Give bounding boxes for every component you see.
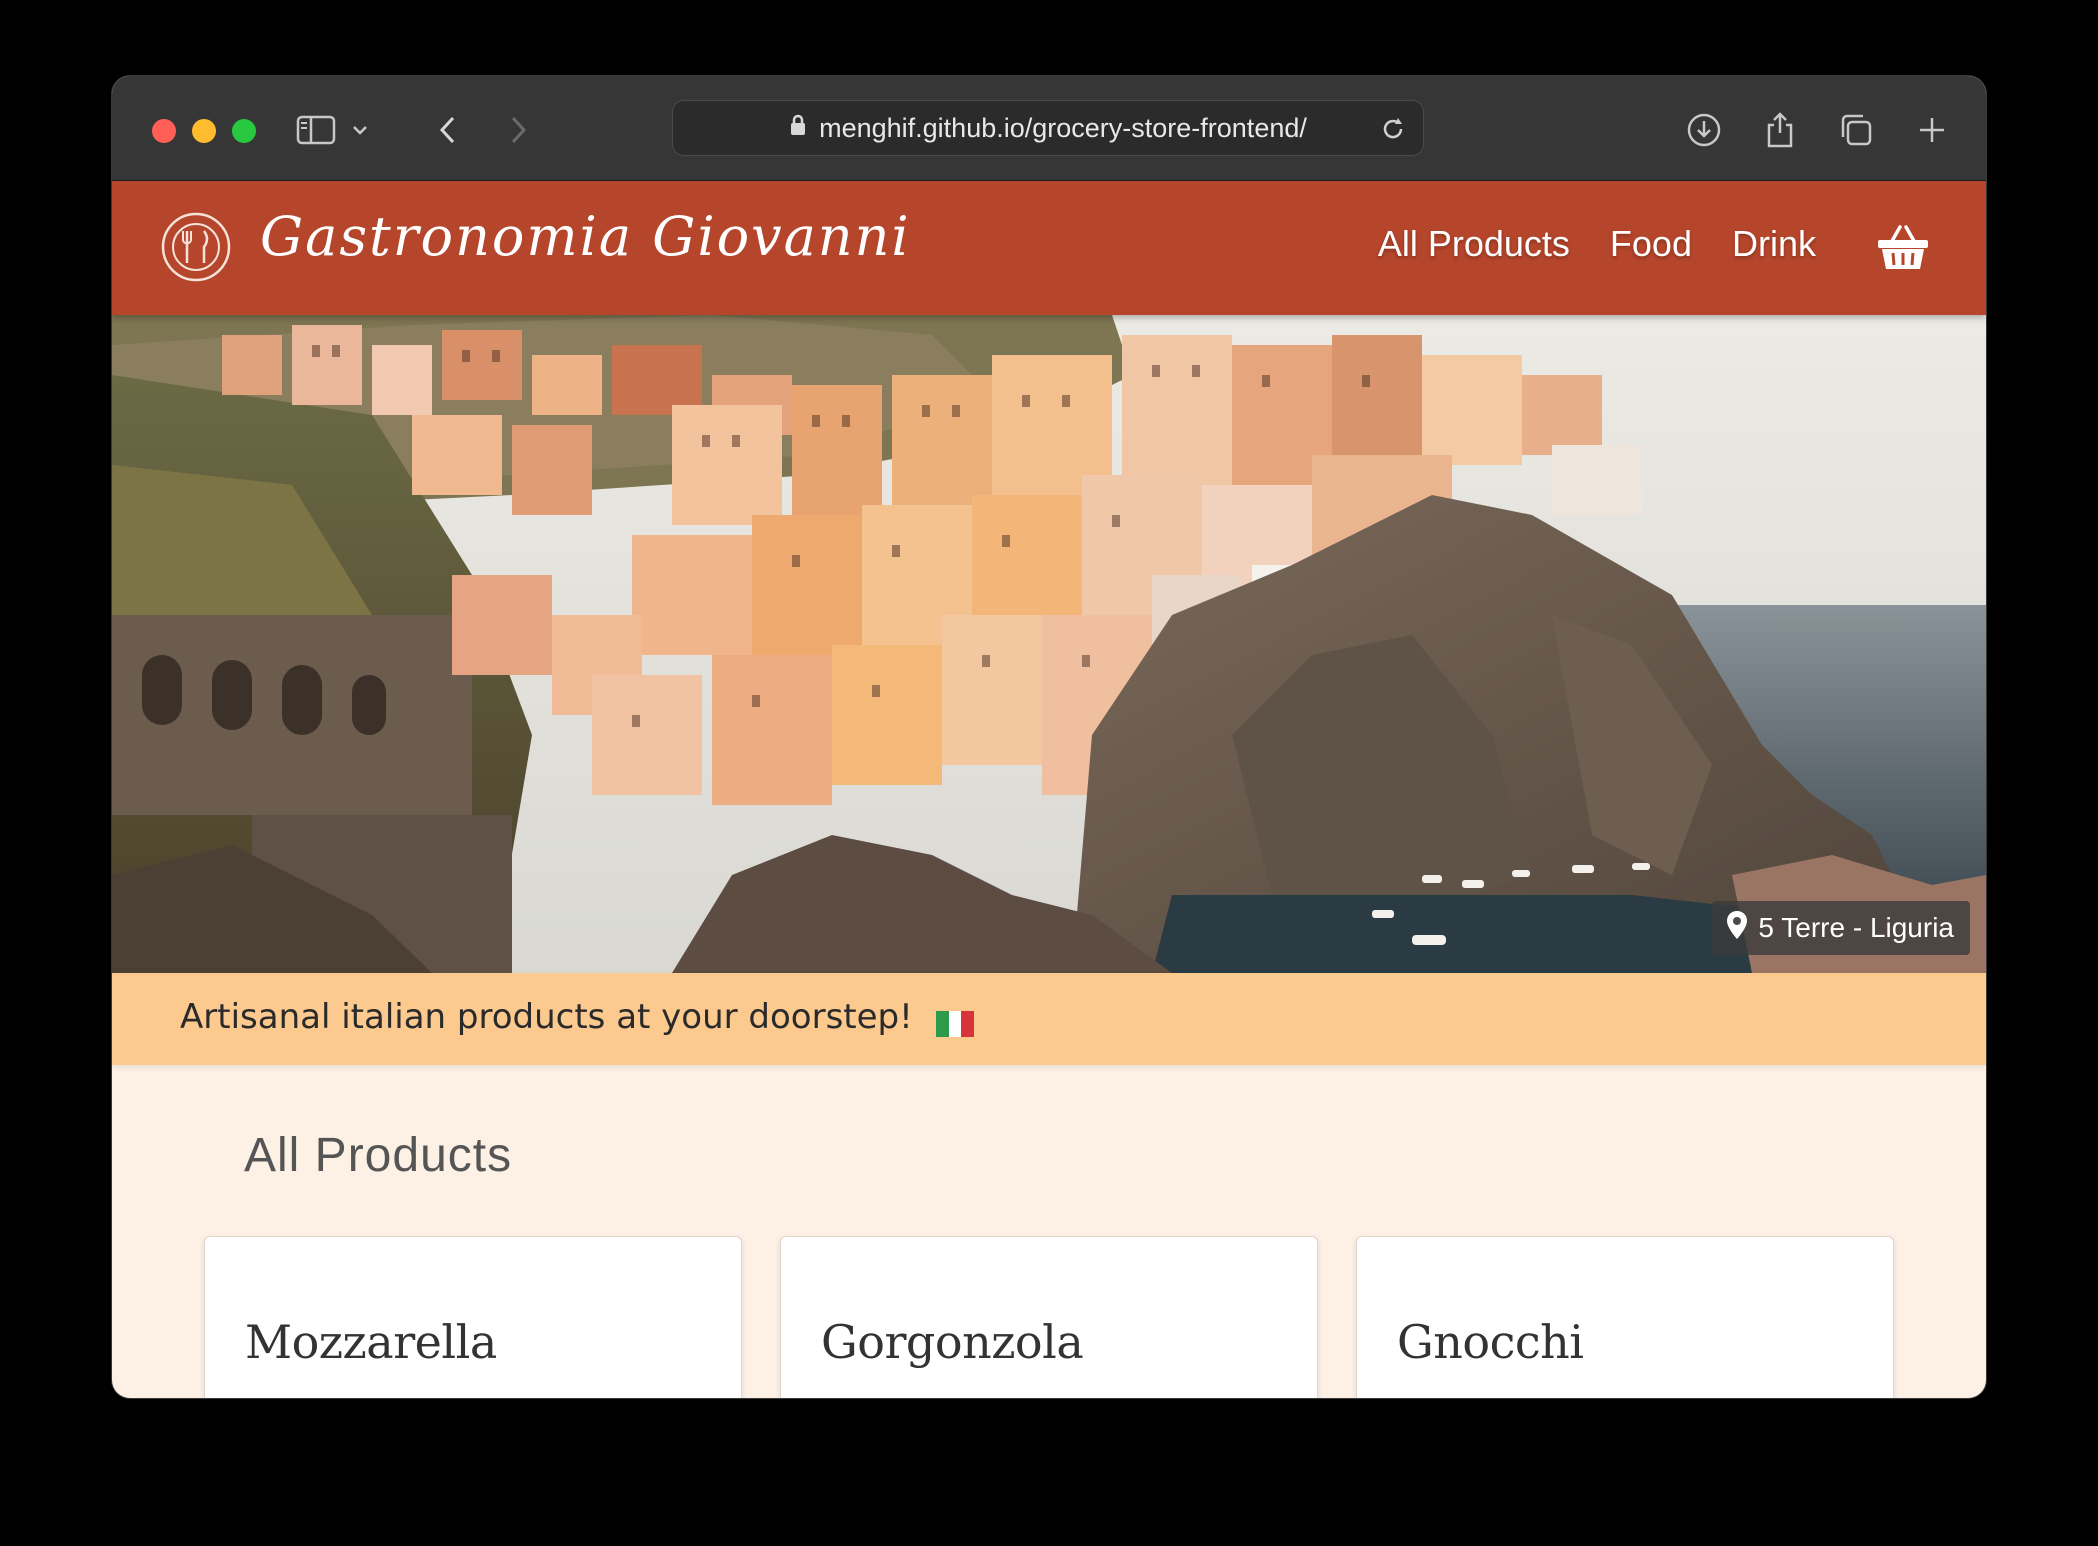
fork-knife-plate-icon[interactable] [160, 211, 232, 283]
reload-icon[interactable] [1377, 113, 1409, 145]
product-card[interactable]: Gorgonzola [780, 1236, 1318, 1398]
address-bar[interactable]: menghif.github.io/grocery-store-frontend… [672, 100, 1424, 156]
downloads-icon[interactable] [1680, 106, 1728, 154]
share-icon[interactable] [1756, 106, 1804, 154]
zoom-window-button[interactable] [232, 119, 256, 143]
map-pin-icon [1726, 910, 1748, 947]
product-name: Mozzarella [245, 1315, 497, 1369]
tagline-text: Artisanal italian products at your doors… [180, 997, 913, 1037]
location-badge: 5 Terre - Liguria [1712, 901, 1970, 955]
basket-icon[interactable] [1876, 223, 1930, 273]
brand-name[interactable]: Gastronomia Giovanni [260, 205, 911, 268]
chevron-down-icon[interactable] [344, 106, 376, 154]
product-card[interactable]: Mozzarella [204, 1236, 742, 1398]
lock-icon [789, 113, 807, 144]
url-text: menghif.github.io/grocery-store-frontend… [819, 112, 1307, 143]
italy-flag-icon [935, 1006, 974, 1037]
nav-drink[interactable]: Drink [1732, 223, 1816, 265]
main-nav: All Products Food Drink [1378, 223, 1816, 265]
nav-all-products[interactable]: All Products [1378, 223, 1570, 265]
nav-food[interactable]: Food [1610, 223, 1692, 265]
section-title: All Products [244, 1129, 513, 1182]
new-tab-icon[interactable] [1908, 106, 1956, 154]
forward-icon[interactable] [494, 106, 542, 154]
browser-toolbar: menghif.github.io/grocery-store-frontend… [112, 76, 1986, 181]
hero-image: 5 Terre - Liguria [112, 315, 1986, 973]
tabs-overview-icon[interactable] [1832, 106, 1880, 154]
sidebar-toggle-icon[interactable] [292, 106, 340, 154]
close-window-button[interactable] [152, 119, 176, 143]
product-name: Gorgonzola [821, 1315, 1084, 1369]
back-icon[interactable] [424, 106, 472, 154]
site-header: Gastronomia Giovanni All Products Food D… [112, 181, 1986, 315]
product-name: Gnocchi [1397, 1315, 1584, 1369]
minimize-window-button[interactable] [192, 119, 216, 143]
browser-window: menghif.github.io/grocery-store-frontend… [112, 76, 1986, 1398]
product-card[interactable]: Gnocchi [1356, 1236, 1894, 1398]
location-label: 5 Terre - Liguria [1758, 912, 1954, 943]
tagline-bar: Artisanal italian products at your doors… [112, 973, 1986, 1065]
